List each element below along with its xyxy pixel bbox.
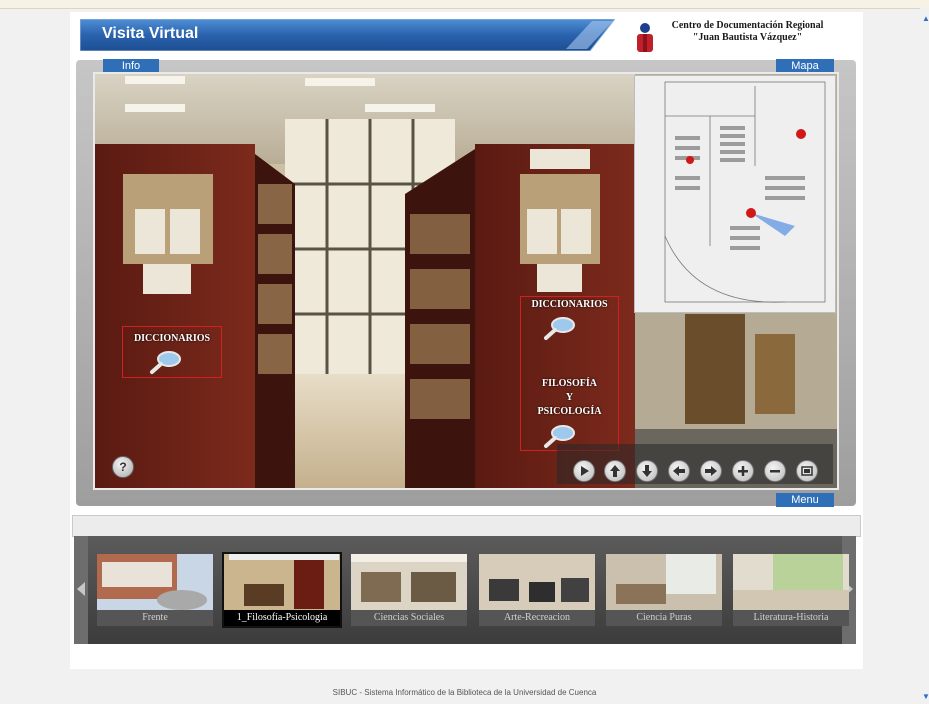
thumbnail-item[interactable]: Frente — [97, 554, 213, 626]
thumbnail-label: Ciencias Sociales — [351, 610, 467, 626]
thumbnail-label: Literatura-Historia — [733, 610, 849, 626]
fullscreen-icon[interactable] — [796, 460, 818, 482]
thumbnail-image — [351, 554, 467, 610]
thumbnail-label: Ciencia Puras — [606, 610, 722, 626]
scroll-left-button[interactable] — [74, 536, 88, 644]
thumbnail-item[interactable]: Ciencias Sociales — [351, 554, 467, 626]
hotspot-label: DICCIONARIOS — [531, 299, 608, 310]
center-name-line2: "Juan Bautista Vázquez" — [692, 32, 803, 43]
arrow-right-icon[interactable] — [700, 460, 722, 482]
map-marker-icon[interactable] — [796, 129, 806, 139]
hotspot-filosofia[interactable]: DICCIONARIOS FILOSOFÍA Y PSICOLOGÍA — [520, 296, 619, 451]
thumbnail-image — [606, 554, 722, 610]
hotspot-label-multiline: FILOSOFÍA Y PSICOLOGÍA — [521, 377, 618, 419]
center-name-line1: Centro de Documentación Regional — [671, 20, 824, 31]
thumbnail-item-selected[interactable]: 1_Filosofía-Psicologia — [222, 552, 342, 628]
hotspot-label-line: Y — [565, 392, 574, 403]
tab-mapa[interactable]: Mapa — [776, 59, 834, 73]
help-button[interactable]: ? — [112, 456, 134, 478]
magnifier-icon — [150, 351, 181, 374]
thumbnail-item[interactable]: Ciencia Puras — [606, 554, 722, 626]
floor-plan-image — [664, 81, 826, 303]
thumbnail-item[interactable]: Literatura-Historia — [733, 554, 849, 626]
map-current-position-icon[interactable] — [746, 208, 756, 218]
arrow-left-icon[interactable] — [668, 460, 690, 482]
page-title: Visita Virtual — [102, 25, 199, 42]
zoom-out-icon[interactable] — [764, 460, 786, 482]
tab-menu[interactable]: Menu — [776, 493, 834, 507]
scroll-up-icon[interactable]: ▲ — [922, 14, 929, 23]
footer-text: SIBUC - Sistema Informático de la Biblio… — [332, 688, 597, 697]
thumbnail-image — [479, 554, 595, 610]
control-bar — [557, 444, 833, 484]
magnifier-icon — [544, 317, 575, 340]
chevron-left-icon — [77, 582, 85, 596]
thumbnail-label: Frente — [97, 610, 213, 626]
tab-info[interactable]: Info — [103, 59, 159, 73]
hotspot-label-line: FILOSOFÍA — [541, 378, 597, 389]
hotspot-label-line: PSICOLOGÍA — [537, 406, 602, 417]
thumbnail-image — [733, 554, 849, 610]
arrow-down-icon[interactable] — [636, 460, 658, 482]
center-name: Centro de Documentación Regional "Juan B… — [655, 20, 840, 44]
menu-area — [72, 515, 861, 537]
play-icon[interactable] — [573, 460, 595, 482]
arrow-up-icon[interactable] — [604, 460, 626, 482]
hotspot-label: DICCIONARIOS — [133, 333, 211, 344]
map-marker-icon[interactable] — [686, 156, 694, 164]
page-scrollbar[interactable]: ▲ ▼ — [920, 8, 929, 704]
thumbnail-item[interactable]: Arte-Recreacion — [479, 554, 595, 626]
thumbnail-image — [97, 554, 213, 610]
zoom-in-icon[interactable] — [732, 460, 754, 482]
thumbnail-label: 1_Filosofía-Psicologia — [224, 610, 340, 626]
hotspot-diccionarios-left[interactable]: DICCIONARIOS — [122, 326, 222, 378]
library-logo-icon — [637, 23, 653, 52]
browser-top-strip — [0, 0, 929, 9]
floor-map[interactable] — [634, 75, 836, 313]
thumbnail-image — [224, 554, 340, 610]
thumbnail-label: Arte-Recreacion — [479, 610, 595, 626]
